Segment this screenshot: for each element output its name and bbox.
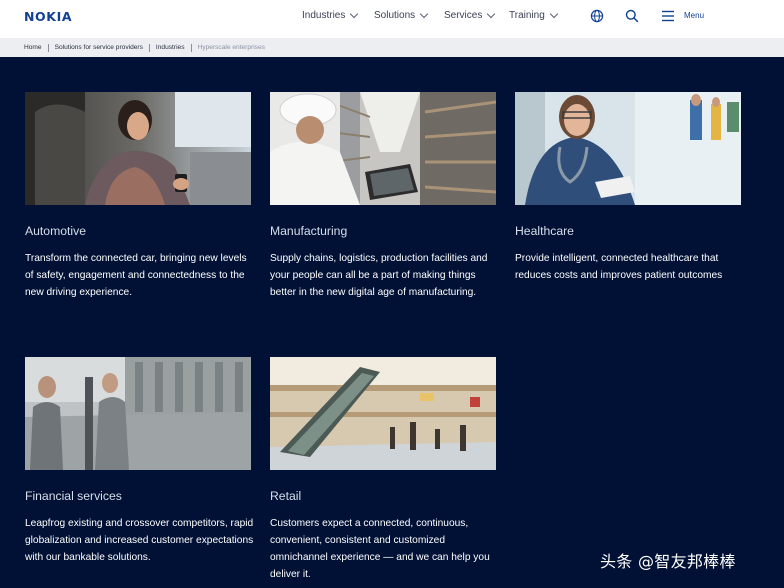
top-header: NOKIA Industries Solutions Services Trai… <box>0 0 784 38</box>
retail-title[interactable]: Retail <box>270 489 301 503</box>
financial-services-title[interactable]: Financial services <box>25 489 122 503</box>
chevron-down-icon <box>549 9 559 18</box>
breadcrumb-separator <box>190 43 192 52</box>
search-icon[interactable] <box>625 9 639 23</box>
breadcrumb-solutions[interactable]: Solutions for service providers <box>55 44 143 51</box>
hamburger-menu-icon[interactable] <box>661 10 675 22</box>
chevron-down-icon <box>487 9 496 18</box>
breadcrumb-separator <box>47 43 49 52</box>
manufacturing-title[interactable]: Manufacturing <box>270 224 347 238</box>
nav-training-label: Training <box>509 10 545 21</box>
retail-image[interactable] <box>270 357 496 470</box>
nav-training[interactable]: Training <box>509 9 559 21</box>
nav-industries-label: Industries <box>302 10 346 21</box>
breadcrumb-current: Hyperscale enterprises <box>197 44 265 51</box>
manufacturing-description: Supply chains, logistics, production fac… <box>270 253 488 298</box>
breadcrumb-industries[interactable]: Industries <box>156 44 185 51</box>
healthcare-image[interactable] <box>515 92 741 205</box>
breadcrumb-home[interactable]: Home <box>24 44 42 51</box>
nav-services-label: Services <box>444 10 483 21</box>
nav-services[interactable]: Services <box>444 9 496 21</box>
nav-solutions-label: Solutions <box>374 10 416 21</box>
nav-solutions[interactable]: Solutions <box>374 9 429 21</box>
financial-services-description: Leapfrog existing and crossover competit… <box>25 518 254 563</box>
chevron-down-icon <box>419 9 429 18</box>
manufacturing-image[interactable] <box>270 92 496 205</box>
globe-icon[interactable] <box>590 9 604 23</box>
automotive-image[interactable] <box>25 92 251 205</box>
automotive-title[interactable]: Automotive <box>25 224 86 238</box>
menu-label[interactable]: Menu <box>684 11 704 20</box>
nav-industries[interactable]: Industries <box>302 9 359 21</box>
financial-services-image[interactable] <box>25 357 251 470</box>
healthcare-title[interactable]: Healthcare <box>515 224 574 238</box>
retail-description: Customers expect a connected, continuous… <box>270 518 490 580</box>
healthcare-description: Provide intelligent, connected healthcar… <box>515 253 723 281</box>
nokia-logo[interactable]: NOKIA <box>24 9 72 24</box>
watermark-text: 头条 @智友邦棒棒 <box>600 552 736 571</box>
automotive-description: Transform the connected car, bringing ne… <box>25 253 247 298</box>
breadcrumb: Home Solutions for service providers Ind… <box>0 38 784 57</box>
breadcrumb-separator <box>148 43 150 52</box>
industries-grid: Automotive Transform the connected car, … <box>0 57 784 588</box>
chevron-down-icon <box>350 9 359 18</box>
